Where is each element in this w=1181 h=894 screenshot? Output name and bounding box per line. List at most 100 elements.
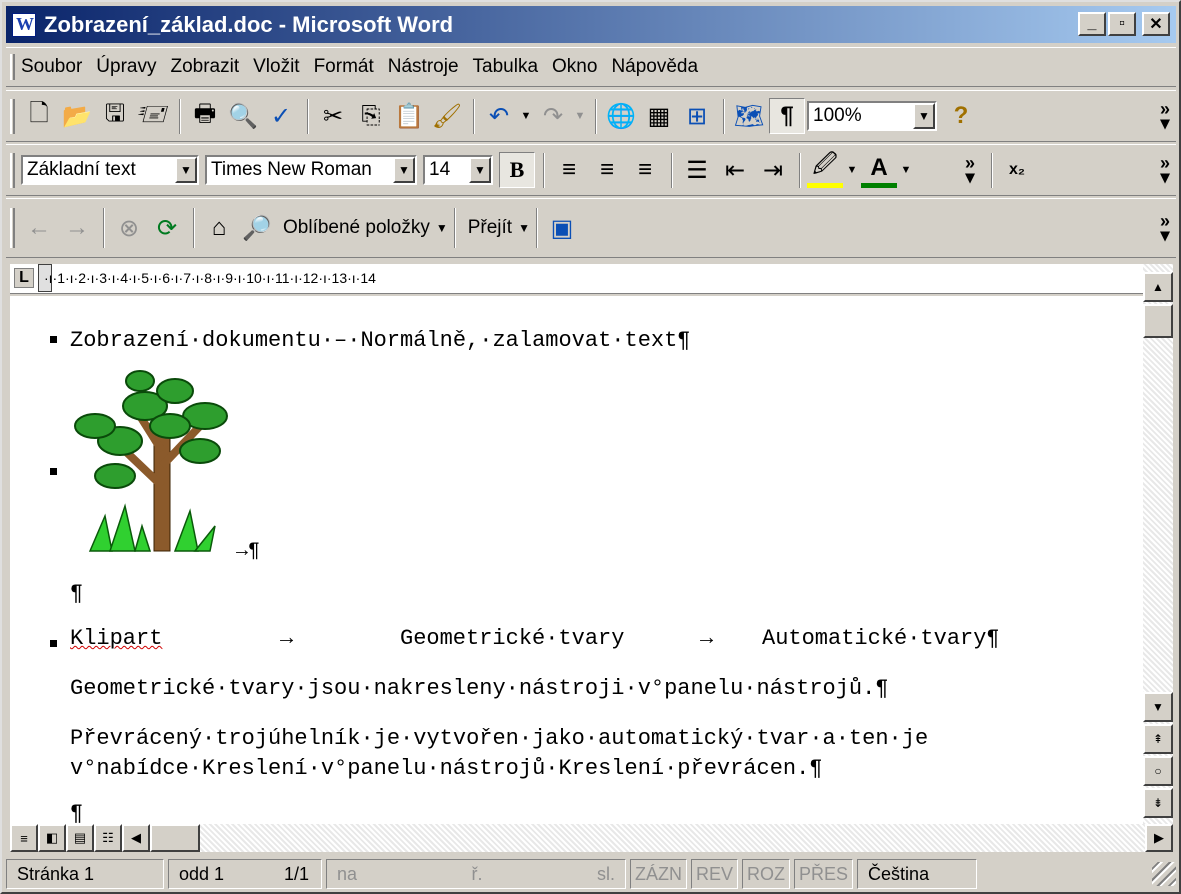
scroll-down-icon[interactable]: ▼ — [1143, 692, 1173, 722]
toolbar-grip[interactable] — [10, 98, 15, 134]
refresh-icon[interactable]: ⟳ — [149, 210, 185, 246]
document-area[interactable]: Zobrazení·dokumentu·–·Normálně,·zalamova… — [10, 296, 1143, 824]
copy-icon[interactable]: ⎘ — [353, 98, 389, 134]
word-app-icon[interactable] — [12, 12, 36, 37]
resize-grip-icon[interactable] — [1152, 862, 1176, 886]
status-rec[interactable]: ZÁZN — [630, 859, 687, 889]
forward-arrow-icon[interactable]: → — [59, 210, 95, 246]
redo-icon[interactable]: ↷ — [535, 98, 571, 134]
print-preview-icon[interactable]: 🔍 — [225, 98, 261, 134]
vertical-scrollbar[interactable]: ▲ ▼ ⇞ ○ ⇟ — [1143, 264, 1173, 824]
document-map-icon[interactable]: 🗺 — [731, 98, 767, 134]
bullets-icon[interactable]: ☰ — [679, 152, 715, 188]
back-arrow-icon[interactable]: ← — [21, 210, 57, 246]
save-icon[interactable]: 🖫 — [97, 98, 133, 134]
redo-dropdown-icon[interactable]: ▼ — [573, 98, 587, 134]
tab-selector-icon[interactable]: L — [14, 268, 34, 288]
web-layout-view-icon[interactable]: ◧ — [38, 824, 66, 852]
toolbar-options-chevron-icon[interactable]: » ▾ — [1160, 100, 1170, 132]
title-bar[interactable]: Zobrazení_základ.doc - Microsoft Word _ … — [6, 6, 1176, 43]
menu-upravy[interactable]: Úpravy — [96, 56, 156, 78]
status-ovr[interactable]: PŘES — [794, 859, 854, 889]
font-color-icon[interactable]: A — [861, 152, 897, 188]
status-rev[interactable]: REV — [691, 859, 739, 889]
font-dropdown-icon[interactable]: ▼ — [393, 157, 415, 183]
new-document-icon[interactable]: 🗋 — [21, 98, 57, 134]
search-web-icon[interactable]: 🔎 — [239, 210, 275, 246]
font-size-dropdown-icon[interactable]: ▼ — [469, 157, 491, 183]
paste-icon[interactable]: 📋 — [391, 98, 427, 134]
style-dropdown-icon[interactable]: ▼ — [175, 157, 197, 183]
highlight-dropdown-icon[interactable]: ▼ — [845, 152, 859, 188]
align-left-icon[interactable]: ≡ — [551, 152, 587, 188]
formatting-options-chevron-icon[interactable]: » ▾ — [965, 154, 975, 186]
font-size-combo[interactable]: 14 ▼ — [423, 155, 493, 185]
format-painter-icon[interactable]: 🖌 — [429, 98, 465, 134]
hscroll-thumb[interactable] — [150, 824, 200, 852]
outline-view-icon[interactable]: ☷ — [94, 824, 122, 852]
subscript-icon[interactable]: x₂ — [999, 152, 1035, 188]
undo-icon[interactable]: ↶ — [481, 98, 517, 134]
clipart-tree-image[interactable] — [50, 366, 280, 566]
insert-table-icon[interactable]: ⊞ — [679, 98, 715, 134]
menu-zobrazit[interactable]: Zobrazit — [170, 56, 239, 78]
undo-dropdown-icon[interactable]: ▼ — [519, 98, 533, 134]
horizontal-scrollbar[interactable]: ≡ ◧ ▤ ☷ ◀ ▶ — [10, 824, 1173, 852]
status-language[interactable]: Čeština — [857, 859, 978, 889]
normal-view-icon[interactable]: ≡ — [10, 824, 38, 852]
menu-tabulka[interactable]: Tabulka — [473, 56, 539, 78]
next-page-icon[interactable]: ⇟ — [1143, 788, 1173, 818]
go-dropdown-icon[interactable]: ▼ — [518, 221, 530, 235]
stop-icon[interactable]: ⊗ — [111, 210, 147, 246]
print-icon[interactable]: 🖶 — [187, 98, 223, 134]
style-combo[interactable]: Základní text ▼ — [21, 155, 199, 185]
cut-icon[interactable]: ✂ — [315, 98, 351, 134]
font-color-dropdown-icon[interactable]: ▼ — [899, 152, 913, 188]
favorites-dropdown-icon[interactable]: ▼ — [436, 221, 448, 235]
spell-error-klipart[interactable]: Klipart — [70, 626, 162, 651]
menu-nastroje[interactable]: Nástroje — [388, 56, 459, 78]
menu-grip[interactable] — [10, 53, 15, 81]
horizontal-ruler[interactable]: L ·ı·1·ı·2·ı·3·ı·4·ı·5·ı·6·ı·7·ı·8·ı·9·ı… — [10, 264, 1143, 294]
increase-indent-icon[interactable]: ⇥ — [755, 152, 791, 188]
scroll-right-icon[interactable]: ▶ — [1145, 824, 1173, 852]
scroll-left-icon[interactable]: ◀ — [122, 824, 150, 852]
select-browse-object-icon[interactable]: ○ — [1143, 756, 1173, 786]
toolbar2-end-chevron-icon[interactable]: » ▾ — [1160, 154, 1170, 186]
bold-button[interactable]: B — [499, 152, 535, 188]
previous-page-icon[interactable]: ⇞ — [1143, 724, 1173, 754]
email-icon[interactable]: 🖅 — [135, 98, 171, 134]
scroll-thumb[interactable] — [1143, 304, 1173, 338]
spelling-icon[interactable]: ✓ — [263, 98, 299, 134]
home-icon[interactable]: ⌂ — [201, 210, 237, 246]
status-ext[interactable]: ROZ — [742, 859, 791, 889]
go-menu[interactable]: Přejít — [468, 217, 512, 239]
menu-okno[interactable]: Okno — [552, 56, 597, 78]
highlight-icon[interactable]: 🖉 — [807, 151, 843, 188]
decrease-indent-icon[interactable]: ⇤ — [717, 152, 753, 188]
web-toolbar-chevron-icon[interactable]: » ▾ — [1160, 212, 1170, 244]
menu-vlozit[interactable]: Vložit — [253, 56, 299, 78]
show-only-web-toolbar-icon[interactable]: ▣ — [544, 210, 580, 246]
align-center-icon[interactable]: ≡ — [589, 152, 625, 188]
minimize-button[interactable]: _ — [1078, 12, 1106, 36]
print-layout-view-icon[interactable]: ▤ — [66, 824, 94, 852]
tables-borders-icon[interactable]: ▦ — [641, 98, 677, 134]
menu-soubor[interactable]: Soubor — [21, 56, 82, 78]
restore-button[interactable]: ▫ — [1108, 12, 1136, 36]
font-combo[interactable]: Times New Roman ▼ — [205, 155, 417, 185]
align-right-icon[interactable]: ≡ — [627, 152, 663, 188]
open-folder-icon[interactable]: 📂 — [59, 98, 95, 134]
menu-napoveda[interactable]: Nápověda — [611, 56, 698, 78]
scroll-up-icon[interactable]: ▲ — [1143, 272, 1173, 302]
zoom-dropdown-icon[interactable]: ▼ — [913, 103, 935, 129]
toolbar-grip[interactable] — [10, 207, 15, 249]
help-icon[interactable]: ? — [943, 98, 979, 134]
close-button[interactable]: ✕ — [1142, 12, 1170, 36]
favorites-menu[interactable]: Oblíbené položky — [283, 217, 430, 239]
show-hide-pilcrow-icon[interactable]: ¶ — [769, 98, 805, 134]
toolbar-grip[interactable] — [10, 152, 15, 188]
hyperlink-icon[interactable]: 🌐 — [603, 98, 639, 134]
zoom-combo[interactable]: 100% ▼ — [807, 101, 937, 131]
menu-format[interactable]: Formát — [314, 56, 374, 78]
